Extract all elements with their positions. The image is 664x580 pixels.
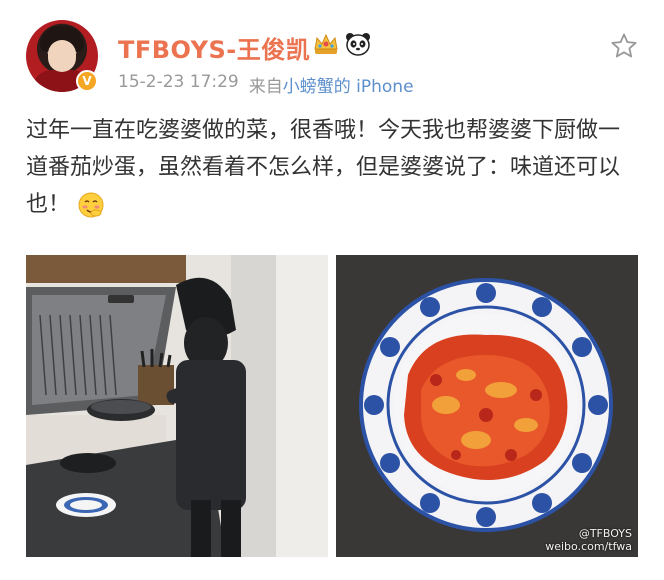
post-meta: 15-2-23 17:29 来自 小螃蟹的 iPhone (118, 72, 414, 97)
blush-emoji-icon (78, 192, 104, 218)
source-prefix: 来自 (248, 77, 283, 97)
star-icon[interactable] (610, 32, 638, 60)
panda-icon (346, 33, 370, 56)
watermark-url: weibo.com/tfwa (545, 540, 632, 553)
post-text: 过年一直在吃婆婆做的菜，很香哦！今天我也帮婆婆下厨做一道番茄炒蛋，虽然看着不怎么… (26, 112, 638, 223)
post-image-kitchen[interactable] (26, 255, 328, 557)
weibo-post: V TFBOYS-王俊凯 15-2-23 17:29 来自 小螃蟹的 iPhon… (0, 0, 664, 580)
username-link[interactable]: TFBOYS-王俊凯 (118, 30, 310, 65)
crown-icon (314, 33, 338, 54)
post-image-dish[interactable]: @TFBOYS weibo.com/tfwa (336, 255, 638, 557)
dish-photo (336, 255, 638, 557)
verified-badge: V (76, 70, 98, 92)
watermark-handle: @TFBOYS (578, 527, 632, 540)
kitchen-photo (26, 255, 328, 557)
post-text-body: 过年一直在吃婆婆做的菜，很香哦！今天我也帮婆婆下厨做一道番茄炒蛋，虽然看着不怎么… (26, 118, 621, 217)
post-timestamp[interactable]: 15-2-23 17:29 (118, 72, 239, 97)
source-client-link[interactable]: 小螃蟹的 iPhone (283, 72, 414, 97)
image-watermark: @TFBOYS weibo.com/tfwa (545, 527, 632, 553)
